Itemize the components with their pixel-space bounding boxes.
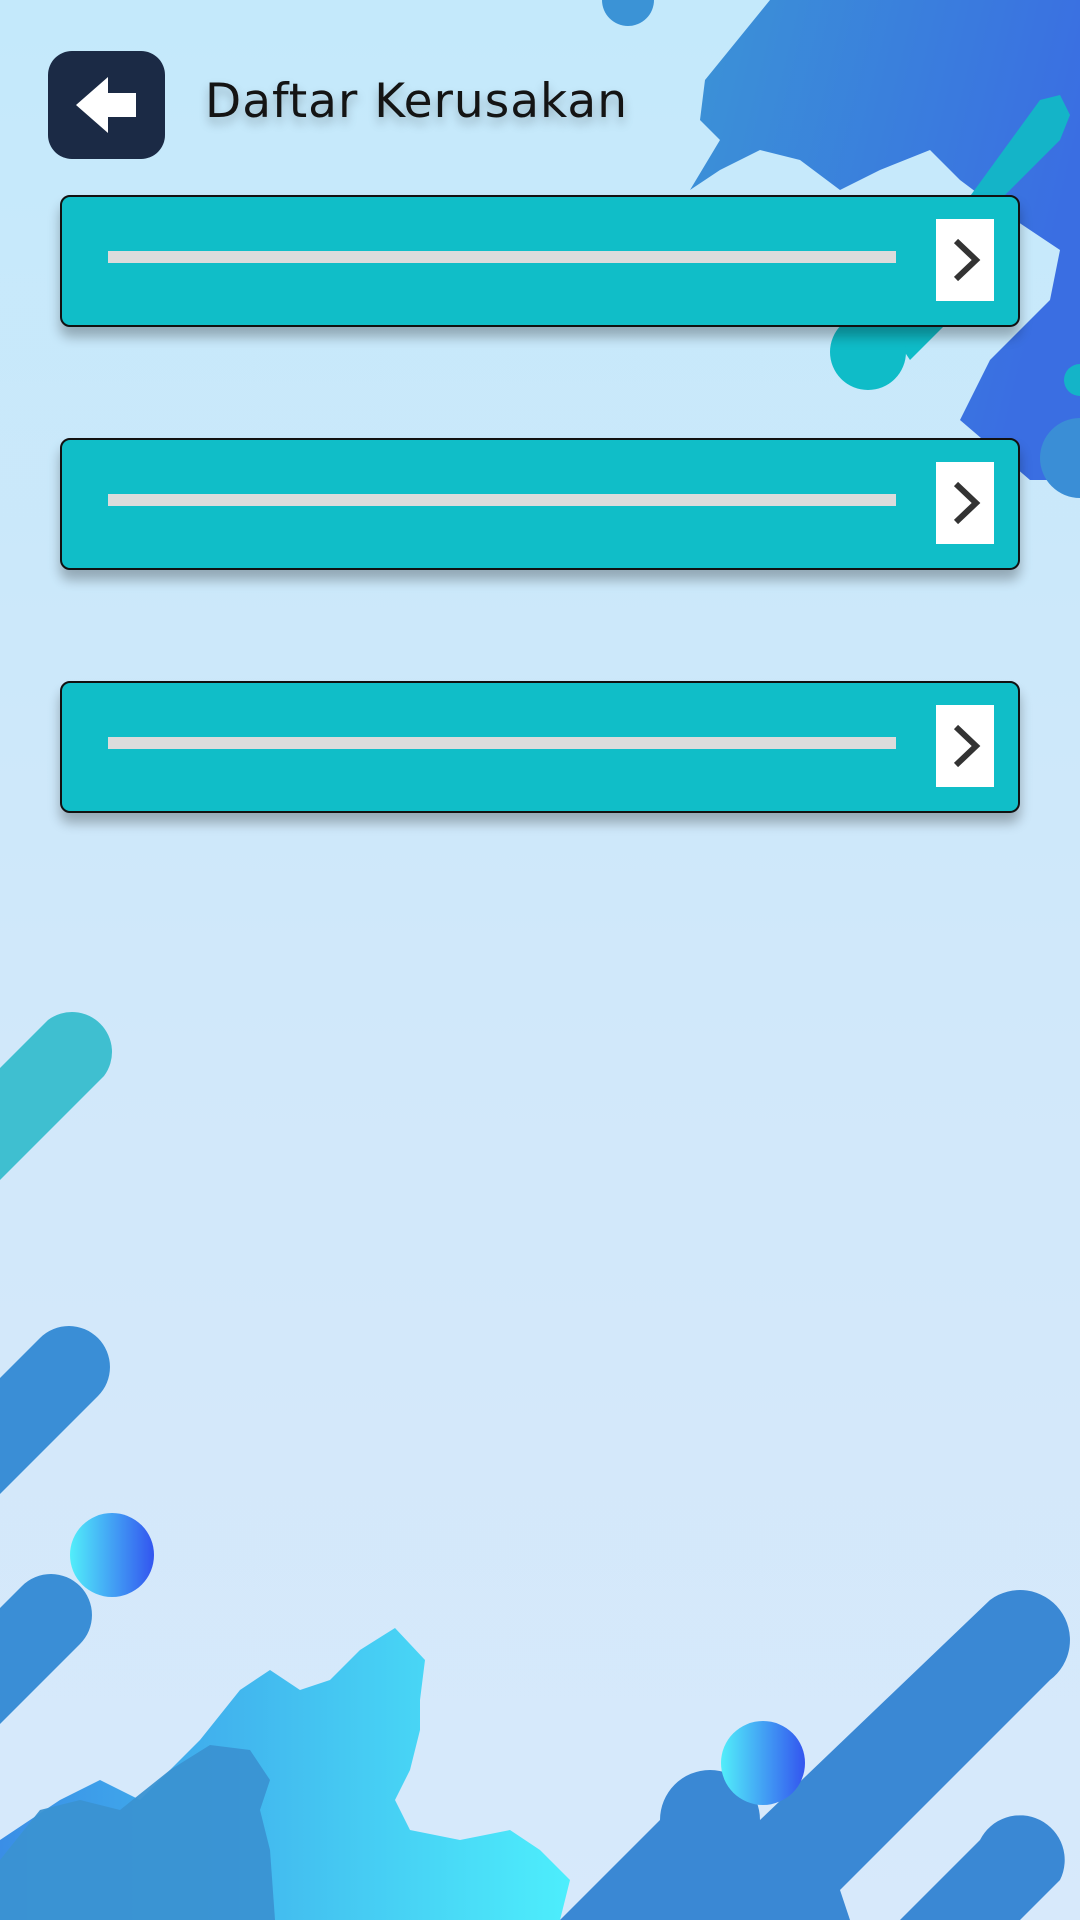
item-label	[108, 494, 896, 506]
list-item[interactable]	[60, 681, 1020, 813]
arrow-left-icon	[75, 77, 136, 133]
list-item[interactable]	[60, 438, 1020, 570]
page-title: Daftar Kerusakan	[205, 74, 628, 129]
header: Daftar Kerusakan	[0, 0, 1080, 190]
item-open-button[interactable]	[936, 219, 994, 301]
item-label	[108, 737, 896, 749]
back-button[interactable]	[48, 51, 165, 159]
chevron-right-icon	[953, 238, 981, 282]
item-open-button[interactable]	[936, 705, 994, 787]
item-label	[108, 251, 896, 263]
list-item[interactable]	[60, 195, 1020, 327]
chevron-right-icon	[953, 724, 981, 768]
item-open-button[interactable]	[936, 462, 994, 544]
chevron-right-icon	[953, 481, 981, 525]
